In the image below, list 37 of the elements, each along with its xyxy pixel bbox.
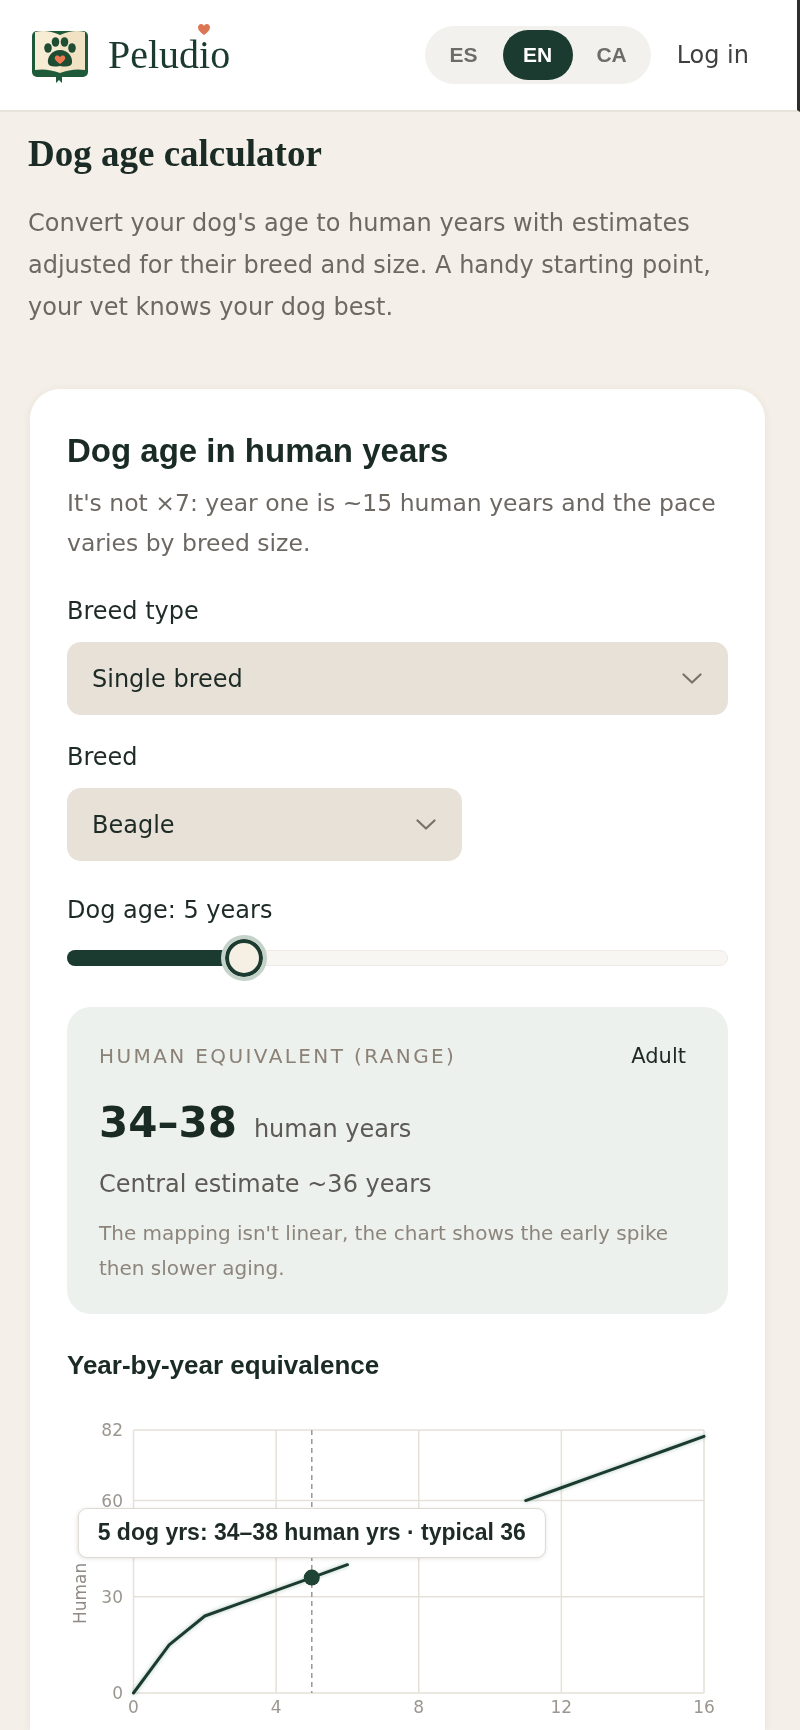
heart-icon <box>198 24 210 35</box>
chart-title: Year-by-year equivalence <box>67 1350 381 1380</box>
axis-tick-label: 30 <box>101 1586 123 1607</box>
life-stage-label: Adult <box>631 1043 686 1069</box>
page-title: Dog age calculator <box>28 132 323 176</box>
intro-text: Convert your dog's age to human years with estimates adjusted for their breed and size. A handy starting point, your vet knows your dog best. <box>28 208 712 323</box>
axis-tick-label: 8 <box>413 1697 425 1717</box>
central-estimate: Central estimate ~36 years <box>99 1169 433 1200</box>
breed-select[interactable]: Beagle <box>67 788 462 861</box>
unit-label: human years <box>253 1115 412 1143</box>
axis-title: Human <box>70 1562 90 1624</box>
login-link[interactable]: Log in <box>676 41 749 69</box>
language-tab[interactable]: CA <box>576 30 647 80</box>
language-tab[interactable]: ES <box>428 30 499 80</box>
age-slider[interactable] <box>67 935 728 981</box>
axis-tick-label: 0 <box>128 1697 139 1717</box>
chevron-down-icon <box>682 673 702 684</box>
age-range-value: 34–38 <box>99 1098 237 1148</box>
chart-tooltip: 5 dog yrs: 34–38 human yrs · typical 36 <box>77 1507 546 1558</box>
axis-tick-label: 4 <box>270 1697 282 1717</box>
card-title: Dog age in human years <box>67 431 450 471</box>
language-tab[interactable]: EN <box>502 30 573 80</box>
slider-thumb[interactable] <box>220 935 267 981</box>
axis-tick-label: 12 <box>550 1697 573 1717</box>
chevron-down-icon <box>416 819 436 830</box>
field-label: Dog age: 5 years <box>67 895 274 925</box>
field-label: Breed <box>67 742 139 772</box>
result-note: The mapping isn't linear, the chart shows the early spike then slower aging. <box>99 1220 670 1282</box>
result-caption: HUMAN EQUIVALENT (RANGE) <box>99 1043 457 1069</box>
highlight-point <box>303 1569 320 1586</box>
field-label: Breed type <box>67 596 200 626</box>
card-subtitle: It's not ×7: year one is ~15 human years and the pace varies by breed size. <box>67 488 717 559</box>
breed-type-select[interactable]: Single breed <box>67 642 728 715</box>
brand-name[interactable]: Peludio <box>108 32 231 78</box>
axis-tick-label: 0 <box>112 1683 123 1703</box>
axis-tick-label: 16 <box>693 1697 715 1717</box>
axis-tick-label: 82 <box>101 1420 123 1440</box>
